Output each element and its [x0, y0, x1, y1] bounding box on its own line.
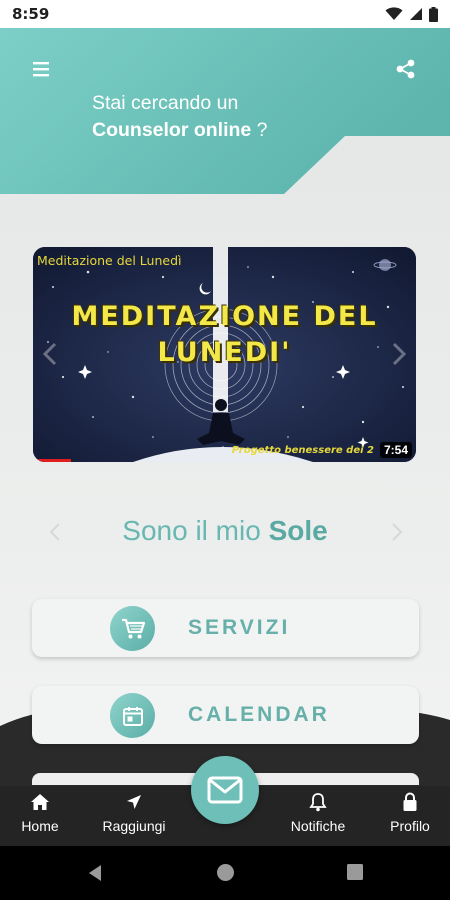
servizi-button[interactable]: SERVIZI	[32, 599, 419, 657]
hamburger-menu-icon[interactable]	[30, 58, 54, 80]
nav-notifiche-label: Notifiche	[290, 818, 346, 834]
nav-home-label: Home	[21, 818, 59, 834]
tagline-suffix: ?	[251, 119, 268, 141]
lock-icon	[402, 792, 418, 812]
app-screen: Stai cercando un Counselor online ? Medi…	[0, 28, 450, 846]
mail-icon	[207, 776, 243, 804]
signal-icon	[410, 8, 422, 20]
status-icons	[385, 6, 438, 22]
shopping-cart-icon	[110, 606, 155, 651]
nav-notifiche[interactable]: Notifiche	[284, 786, 352, 846]
video-footer-text: Progetto benessere dei 2	[231, 445, 374, 456]
header-tagline: Stai cercando un Counselor online ?	[92, 90, 268, 144]
slogan: Sono il mio Sole	[0, 515, 450, 547]
status-bar: 8:59	[0, 0, 450, 28]
home-circle-icon[interactable]	[216, 863, 235, 887]
header: Stai cercando un Counselor online ?	[0, 28, 450, 194]
nav-raggiungi-label: Raggiungi	[102, 818, 166, 834]
battery-icon	[429, 6, 438, 22]
nav-raggiungi[interactable]: Raggiungi	[98, 786, 170, 846]
system-navigation-bar	[0, 846, 450, 900]
calendar-icon	[110, 693, 155, 738]
slogan-prefix: Sono il mio	[122, 515, 269, 546]
servizi-label: SERVIZI	[188, 616, 291, 639]
nav-profilo-label: Profilo	[390, 818, 430, 834]
calendar-label: CALENDAR	[188, 703, 330, 726]
video-corner-title: Meditazione del Lunedì	[37, 253, 182, 268]
home-icon	[30, 792, 50, 812]
status-time: 8:59	[12, 5, 50, 23]
video-headline: MEDITAZIONE DEL LUNEDI'	[71, 301, 378, 368]
video-progress-bar	[33, 459, 71, 462]
nav-profilo[interactable]: Profilo	[384, 786, 436, 846]
video-thumbnail[interactable]: Meditazione del Lunedì MEDITAZIONE DEL L…	[33, 247, 416, 462]
back-icon[interactable]	[86, 863, 104, 888]
video-duration-badge: 7:54	[379, 442, 412, 458]
tagline-bold: Counselor online	[92, 119, 252, 141]
share-icon[interactable]	[393, 56, 419, 82]
nav-home[interactable]: Home	[16, 786, 64, 846]
tagline-line-1: Stai cercando un	[92, 92, 239, 114]
tagline-line-2: Counselor online ?	[92, 117, 268, 144]
bell-icon	[309, 792, 327, 812]
navigation-arrow-icon	[125, 792, 143, 812]
mail-fab-button[interactable]	[191, 756, 259, 824]
recents-icon[interactable]	[346, 863, 364, 886]
slogan-bold: Sole	[268, 515, 328, 546]
calendar-button[interactable]: CALENDAR	[32, 686, 419, 744]
slogan-next-arrow-icon[interactable]	[390, 522, 404, 542]
wifi-icon	[385, 7, 403, 20]
